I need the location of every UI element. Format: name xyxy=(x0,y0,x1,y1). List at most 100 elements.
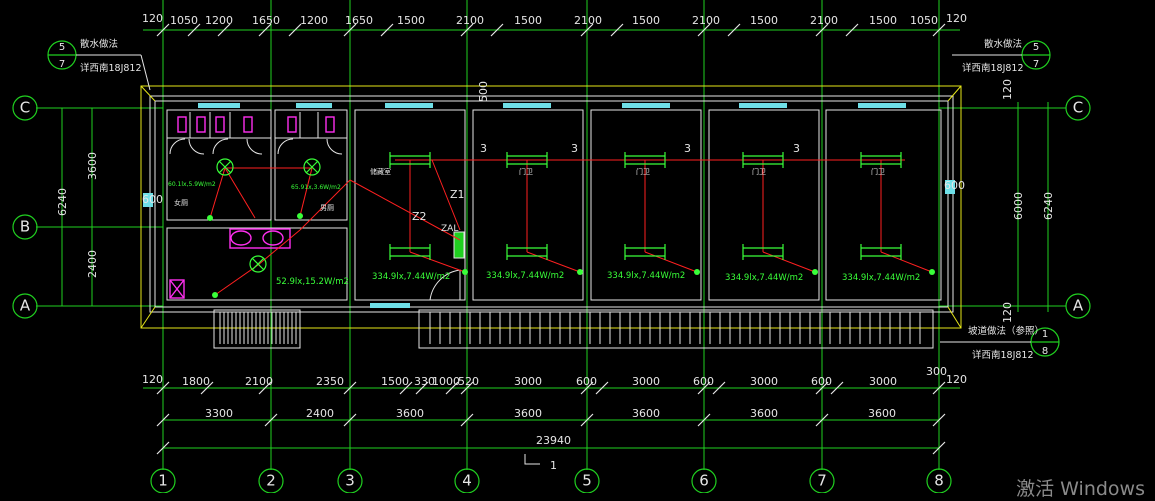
dimension-ticks xyxy=(156,23,946,455)
bottom-dim: 2100 xyxy=(245,375,273,388)
right-dim-bottom: 120 xyxy=(1001,302,1014,323)
axis-label-1: 1 xyxy=(158,472,168,490)
bottom-dim: 600 xyxy=(693,375,714,388)
bottom-dim: 3600 xyxy=(514,407,542,420)
bottom-dim: 120 xyxy=(946,373,967,386)
top-dim: 1500 xyxy=(750,14,778,27)
bottom-dim: 3600 xyxy=(632,407,660,420)
lux-label: 334.9lx,7.44W/m2 xyxy=(842,273,920,283)
axis-label-6: 6 xyxy=(699,472,709,490)
windows-activation-watermark: 激活 Windows xyxy=(1016,478,1145,500)
top-dim: 120 xyxy=(946,12,967,25)
axis-label-5: 5 xyxy=(582,472,592,490)
label-z1: Z1 xyxy=(450,188,465,201)
axis-bubbles xyxy=(12,40,1091,493)
label-z2: Z2 xyxy=(412,210,427,223)
right-dim-top: 120 xyxy=(1001,79,1014,100)
ref-tl-sheet: 7 xyxy=(59,59,65,70)
bottom-dim: 520 xyxy=(458,375,479,388)
circuit-3: 3 xyxy=(793,142,800,155)
lux-label: 334.9lx,7.44W/m2 xyxy=(372,272,450,282)
bottom-dimensions-row1: 120 1800 2100 2350 1500 330 1000 520 300… xyxy=(142,365,967,388)
dim-500: 500 xyxy=(477,81,490,102)
toilet-label-right: 男厕 xyxy=(320,204,334,212)
lux-toilet-right: 65.91x,3.6W/m2 xyxy=(291,184,341,191)
floor-plan-drawing: 1 2 3 4 5 6 7 8 C B A C A 120 1050 1200 … xyxy=(12,0,1091,493)
axis-label-8: 8 xyxy=(934,472,944,490)
left-dim-overall: 6240 xyxy=(56,188,69,216)
axis-label-c-left: C xyxy=(20,99,30,117)
right-dim-small: 600 xyxy=(944,179,965,192)
total-dimension: 23940 xyxy=(536,434,571,447)
right-dim-overall: 6240 xyxy=(1042,192,1055,220)
room-label-guard: 门卫 xyxy=(752,167,766,176)
bottom-dim: 3600 xyxy=(396,407,424,420)
toilet-label-left: 女厕 xyxy=(174,198,188,207)
top-dim: 2100 xyxy=(456,14,484,27)
top-dim: 1650 xyxy=(345,14,373,27)
axis-label-4: 4 xyxy=(462,472,472,490)
circuit-3: 3 xyxy=(571,142,578,155)
top-dim: 2100 xyxy=(810,14,838,27)
axis-label-7: 7 xyxy=(817,472,827,490)
top-dim: 2100 xyxy=(692,14,720,27)
ref-br-std: 详西南18J812 xyxy=(972,349,1034,361)
ref-tr-std: 详西南18J812 xyxy=(962,62,1024,74)
lux-label: 334.9lx,7.44W/m2 xyxy=(486,271,564,281)
top-dim: 1200 xyxy=(205,14,233,27)
stall-partitions xyxy=(167,112,347,155)
top-dim: 1500 xyxy=(869,14,897,27)
axis-label-2: 2 xyxy=(266,472,276,490)
axis-label-b-left: B xyxy=(20,218,30,236)
top-dim: 1050 xyxy=(170,14,198,27)
bottom-dim: 3000 xyxy=(750,375,778,388)
lux-toilet-left: 60.1lx,5.9W/m2 xyxy=(168,181,216,188)
ref-tl-title: 散水做法 xyxy=(80,38,118,50)
ref-tr-sheet: 7 xyxy=(1033,59,1039,70)
distribution-box xyxy=(453,231,465,259)
bottom-dim: 3600 xyxy=(750,407,778,420)
room-label-guard: 门卫 xyxy=(871,167,885,176)
lux-wash: 52.9lx,15.2W/m2 xyxy=(276,277,349,287)
top-dim: 2100 xyxy=(574,14,602,27)
left-dim-small: 600 xyxy=(142,193,163,206)
room-label-guard: 门卫 xyxy=(519,167,533,176)
top-dim: 120 xyxy=(142,12,163,25)
ref-br-title: 坡道做法（参照） xyxy=(968,325,1044,337)
bottom-dim: 3600 xyxy=(868,407,896,420)
ref-tr-title: 散水做法 xyxy=(984,38,1022,50)
top-dim: 1500 xyxy=(514,14,542,27)
bottom-dim: 120 xyxy=(142,373,163,386)
bottom-dim: 3000 xyxy=(514,375,542,388)
bottom-dim: 600 xyxy=(576,375,597,388)
bottom-dim: 3000 xyxy=(632,375,660,388)
bottom-dim: 1000 xyxy=(432,375,460,388)
top-dim: 1500 xyxy=(632,14,660,27)
left-dim-lower: 2400 xyxy=(86,250,99,278)
bottom-dim: 1500 xyxy=(381,375,409,388)
top-dim: 1650 xyxy=(252,14,280,27)
bottom-dim: 1800 xyxy=(182,375,210,388)
bottom-dim: 2400 xyxy=(306,407,334,420)
lux-label: 334.9lx,7.44W/m2 xyxy=(607,271,685,281)
top-dim: 1050 xyxy=(910,14,938,27)
axis-label-3: 3 xyxy=(345,472,355,490)
toilet-fixtures xyxy=(169,116,335,299)
section-mark xyxy=(524,454,540,465)
lux-label: 334.9lx,7.44W/m2 xyxy=(725,273,803,283)
bottom-dim: 300 xyxy=(926,365,947,378)
left-dim-upper: 3600 xyxy=(86,152,99,180)
bottom-dim: 2350 xyxy=(316,375,344,388)
right-dim-inner: 6000 xyxy=(1012,192,1025,220)
label-zal: ZAL xyxy=(441,224,458,234)
light-fixtures xyxy=(216,152,902,273)
axis-grid-lines xyxy=(36,0,1066,470)
top-dimensions: 120 1050 1200 1650 1200 1650 1500 2100 1… xyxy=(142,12,967,27)
bottom-dim: 3000 xyxy=(869,375,897,388)
ref-tr-num: 5 xyxy=(1033,42,1039,53)
circuit-3: 3 xyxy=(684,142,691,155)
ref-tl-leader xyxy=(140,54,151,91)
circuit-3: 3 xyxy=(480,142,487,155)
room-label-guard: 门卫 xyxy=(636,167,650,176)
bottom-dimensions-row2: 3300 2400 3600 3600 3600 3600 3600 23940 xyxy=(205,407,896,447)
